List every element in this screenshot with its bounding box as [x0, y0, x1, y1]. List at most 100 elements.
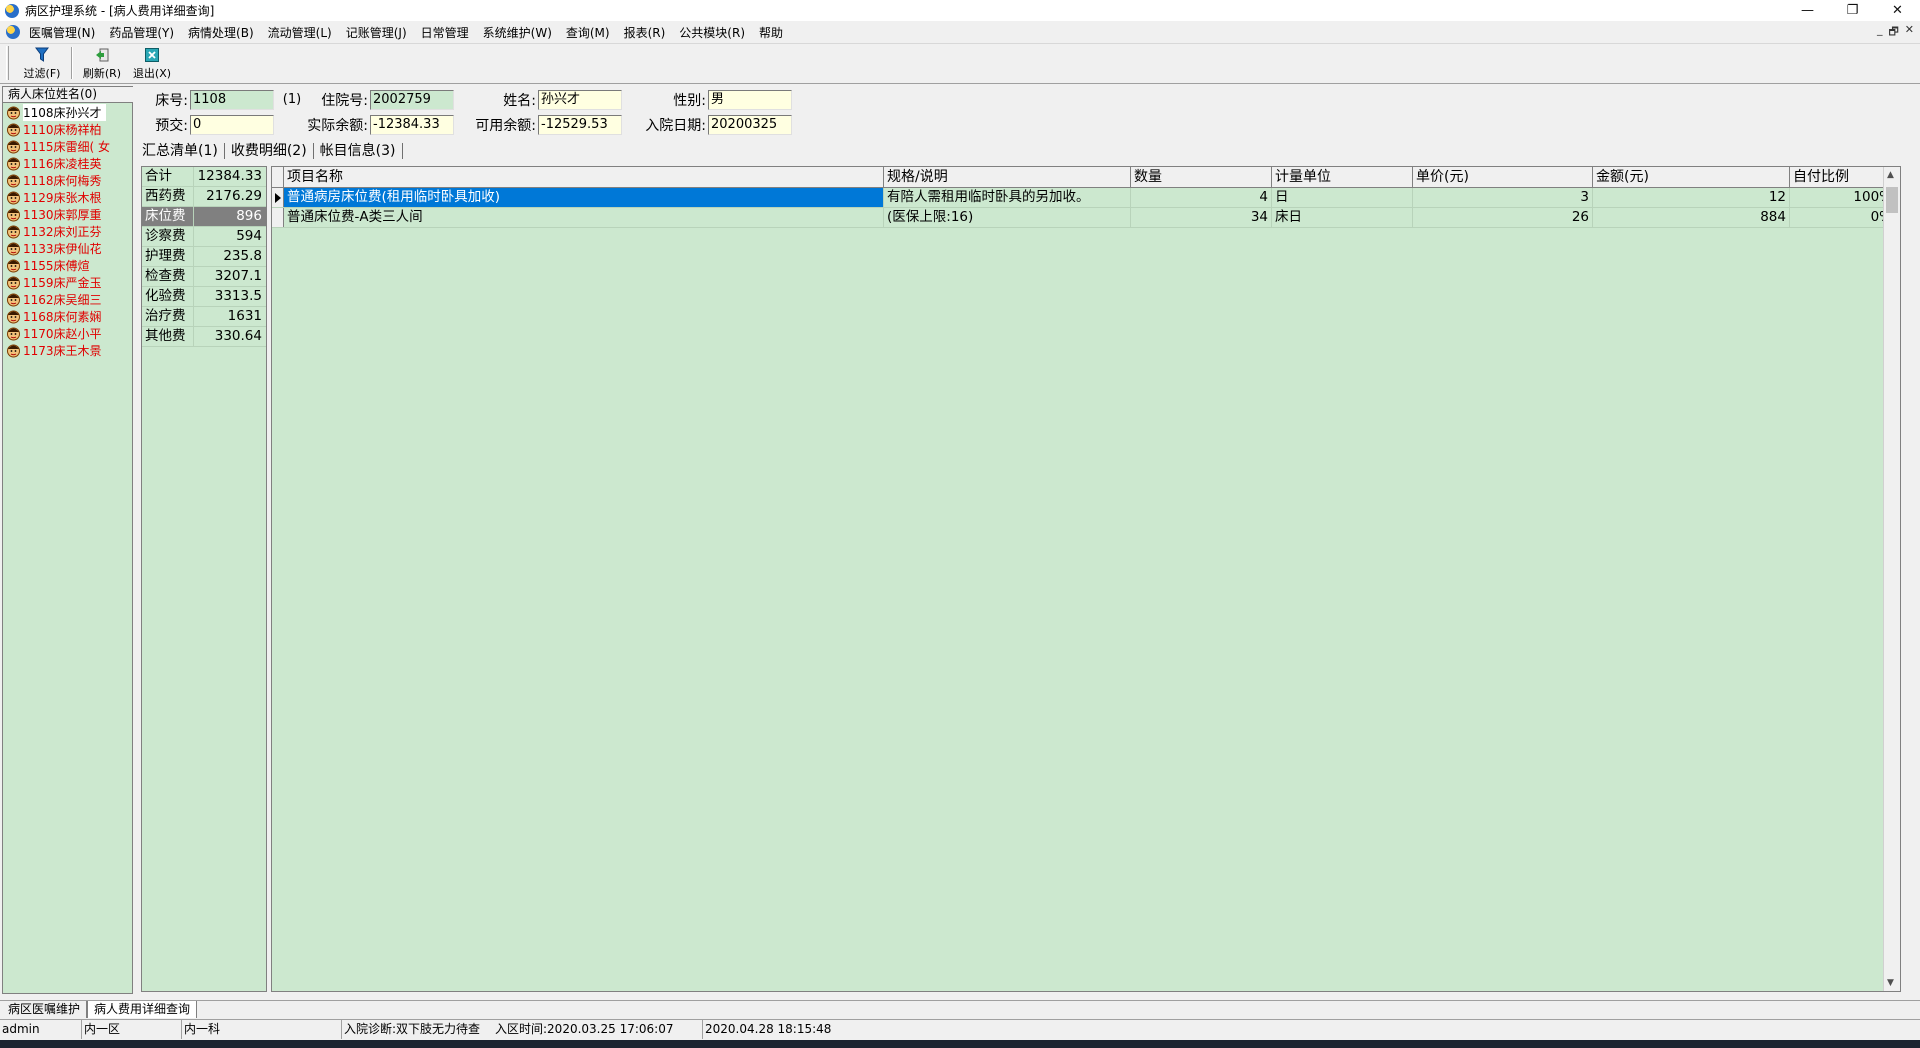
summary-row[interactable]: 诊察费 594 [142, 227, 266, 247]
patient-list-item[interactable]: 1129床张木根 [3, 189, 132, 206]
maximize-button[interactable]: ❐ [1830, 0, 1875, 21]
menu-daily[interactable]: 日常管理 [414, 24, 476, 41]
patient-bed-name: 1155床傅煊 [23, 259, 90, 273]
row-indicator[interactable] [272, 188, 284, 207]
tab-summary[interactable]: 汇总清单(1) [136, 143, 225, 159]
patient-list-item[interactable]: 1108床孙兴才 [3, 104, 132, 121]
detail-row[interactable]: 普通床位费-A类三人间 (医保上限:16) 34 床日 26 884 0% [272, 208, 1900, 228]
menu-condition[interactable]: 病情处理(B) [181, 24, 261, 41]
patient-bed-name: 1110床杨祥柏 [23, 123, 102, 137]
summary-row[interactable]: 化验费 3313.5 [142, 287, 266, 307]
menu-help[interactable]: 帮助 [752, 24, 790, 41]
refresh-button[interactable]: 刷新(R) [77, 45, 127, 83]
quantity-cell: 4 [1131, 188, 1272, 207]
col-amount[interactable]: 金额(元) [1593, 167, 1790, 187]
patient-list-item[interactable]: 1130床郭厚重 [3, 206, 132, 223]
scroll-down-icon[interactable]: ▼ [1887, 978, 1894, 988]
name-field[interactable]: 孙兴才 [538, 89, 622, 110]
admission-no-label: 住院号: [321, 92, 368, 109]
prepay-field[interactable]: 0 [190, 114, 274, 135]
toolbar: 过滤(F) 刷新(R) 退出(X) [0, 43, 1920, 84]
patient-list-item[interactable]: 1155床傅煊 [3, 257, 132, 274]
summary-row[interactable]: 治疗费 1631 [142, 307, 266, 327]
menu-drugs[interactable]: 药品管理(Y) [102, 24, 181, 41]
menu-query[interactable]: 查询(M) [559, 24, 617, 41]
menu-system[interactable]: 系统维护(W) [476, 24, 559, 41]
mdi-close-button[interactable]: ✕ [1905, 23, 1914, 42]
prepay-label: 预交: [155, 117, 188, 134]
tab-account-info[interactable]: 帐目信息(3) [314, 143, 403, 159]
summary-amount: 235.8 [223, 248, 262, 264]
mdi-minimize-button[interactable]: _ [1877, 23, 1883, 42]
patient-list-item[interactable]: 1173床王木景 [3, 342, 132, 359]
current-row-arrow-icon [275, 193, 281, 203]
detail-scrollbar[interactable]: ▲ ▼ [1883, 167, 1900, 991]
col-unit[interactable]: 计量单位 [1272, 167, 1413, 187]
summary-category: 治疗费 [142, 307, 194, 326]
col-unit-price[interactable]: 单价(元) [1413, 167, 1593, 187]
filter-button[interactable]: 过滤(F) [17, 45, 67, 83]
patient-face-icon [7, 310, 20, 324]
menu-flow[interactable]: 流动管理(L) [261, 24, 339, 41]
patient-list-item[interactable]: 1159床严金玉 [3, 274, 132, 291]
summary-row[interactable]: 其他费 330.64 [142, 327, 266, 347]
row-indicator[interactable] [272, 208, 284, 227]
patient-face-icon [7, 106, 20, 120]
unit-price-cell: 26 [1413, 208, 1593, 227]
detail-row[interactable]: 普通病房床位费(租用临时卧具加收) 有陪人需租用临时卧具的另加收。 4 日 3 12 100… [272, 188, 1900, 208]
toolbar-grip[interactable] [6, 46, 9, 80]
unit-price-cell: 3 [1413, 188, 1593, 207]
bed-no-label: 床号: [155, 92, 188, 109]
mdi-restore-button[interactable]: 🗗 [1888, 23, 1898, 42]
item-name-cell: 普通床位费-A类三人间 [284, 208, 884, 227]
scroll-up-icon[interactable]: ▲ [1887, 170, 1894, 180]
gender-field[interactable]: 男 [708, 89, 792, 110]
patient-list-panel: 病人床位姓名(0) 1108床孙兴才 1110床杨祥柏 1115床雷细( 女 1116… [2, 86, 133, 994]
patient-list-item[interactable]: 1118床何梅秀 [3, 172, 132, 189]
gender-label: 性别: [673, 92, 706, 109]
available-balance-field[interactable]: -12529.53 [538, 114, 622, 135]
summary-amount: 2176.29 [206, 188, 262, 204]
col-self-pay-ratio[interactable]: 自付比例 [1790, 167, 1896, 187]
bed-seq: (1) [282, 92, 302, 107]
summary-row[interactable]: 西药费 2176.29 [142, 187, 266, 207]
patient-bed-name: 1108床孙兴才 [23, 104, 106, 121]
patient-list-item[interactable]: 1110床杨祥柏 [3, 121, 132, 138]
menu-common[interactable]: 公共模块(R) [672, 24, 752, 41]
menu-reports[interactable]: 报表(R) [617, 24, 673, 41]
exit-icon [144, 47, 160, 63]
col-item-name[interactable]: 项目名称 [284, 167, 884, 187]
col-quantity[interactable]: 数量 [1131, 167, 1272, 187]
patient-list-item[interactable]: 1133床伊仙花 [3, 240, 132, 257]
col-spec[interactable]: 规格/说明 [884, 167, 1131, 187]
menu-orders[interactable]: 医嘱管理(N) [22, 24, 102, 41]
summary-row[interactable]: 护理费 235.8 [142, 247, 266, 267]
admit-date-field[interactable]: 20200325 [708, 114, 792, 135]
scroll-thumb[interactable] [1886, 187, 1898, 213]
patient-face-icon [7, 157, 20, 171]
patient-list-item[interactable]: 1162床吴细三 [3, 291, 132, 308]
close-button[interactable]: ✕ [1875, 0, 1920, 21]
window-tab-orders[interactable]: 病区医嘱维护 [2, 1001, 88, 1018]
mdi-window-tabs: 病区医嘱维护 病人费用详细查询 [0, 1000, 1920, 1018]
unit-cell: 床日 [1272, 208, 1413, 227]
bed-no-field[interactable]: 1108 [190, 89, 274, 110]
tab-charge-detail[interactable]: 收费明细(2) [225, 143, 314, 159]
menu-billing[interactable]: 记账管理(J) [339, 24, 414, 41]
patient-list-item[interactable]: 1116床凌桂英 [3, 155, 132, 172]
patient-face-icon [7, 208, 20, 222]
patient-list-item[interactable]: 1170床赵小平 [3, 325, 132, 342]
summary-row[interactable]: 床位费 896 [142, 207, 266, 227]
summary-row[interactable]: 合计 12384.33 [142, 167, 266, 187]
patient-list-item[interactable]: 1115床雷细( 女 [3, 138, 132, 155]
actual-balance-field[interactable]: -12384.33 [370, 114, 454, 135]
summary-row[interactable]: 检查费 3207.1 [142, 267, 266, 287]
app-logo-icon [5, 3, 19, 18]
patient-bed-name: 1133床伊仙花 [23, 242, 102, 256]
patient-list-item[interactable]: 1168床何素娴 [3, 308, 132, 325]
exit-button[interactable]: 退出(X) [127, 45, 177, 83]
window-tab-fee-query[interactable]: 病人费用详细查询 [87, 1001, 198, 1018]
patient-list-item[interactable]: 1132床刘正芬 [3, 223, 132, 240]
admission-no-field[interactable]: 2002759 [370, 89, 454, 110]
minimize-button[interactable]: — [1785, 0, 1830, 21]
